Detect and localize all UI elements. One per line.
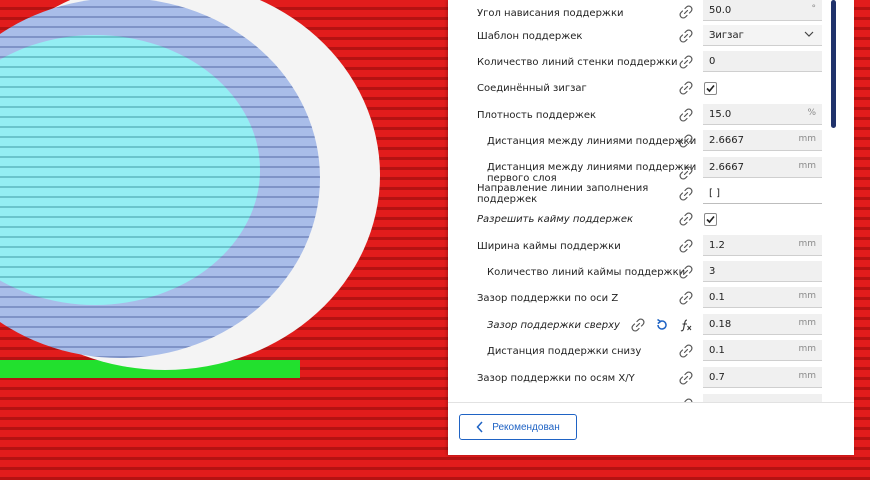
setting-support-brim-width: Ширина каймы поддержки 1.2 mm <box>448 233 828 259</box>
setting-support-bottom-distance: Дистанция поддержки снизу 0.1 mm <box>448 338 828 364</box>
support-top-distance-input[interactable]: 0.18 mm <box>703 314 822 335</box>
enable-support-brim-checkbox[interactable] <box>704 213 717 226</box>
setting-label: Соединённый зигзаг <box>477 82 587 94</box>
field-unit: mm <box>798 134 816 144</box>
support-brim-width-input[interactable]: 1.2 mm <box>703 235 822 256</box>
setting-support-pattern: Шаблон поддержек Зигзаг <box>448 23 828 49</box>
setting-connected-zigzag: Соединённый зигзаг <box>448 75 828 101</box>
link-icon[interactable] <box>630 317 646 333</box>
checkmark-icon <box>706 215 715 224</box>
field-value: 1.2 <box>709 239 725 251</box>
setting-label: Разрешить кайму поддержек <box>477 213 634 225</box>
initial-layer-line-distance-input[interactable]: 2.6667 mm <box>703 157 822 178</box>
link-icon[interactable] <box>678 290 694 306</box>
link-icon[interactable] <box>678 238 694 254</box>
support-density-input[interactable]: 15.0 % <box>703 104 822 125</box>
setting-label: Количество линий стенки поддержки <box>477 56 678 68</box>
field-value: 50.0 <box>709 4 732 16</box>
chevron-left-icon <box>476 421 483 433</box>
settings-list[interactable]: Угол нависания поддержки 50.0 ° Шаблон п… <box>448 0 828 402</box>
field-value: 0.18 <box>709 318 732 330</box>
link-icon[interactable] <box>678 211 694 227</box>
settings-scrollbar[interactable] <box>831 0 836 128</box>
setting-label: Количество линий каймы поддержки <box>487 266 686 278</box>
link-icon[interactable] <box>678 28 694 44</box>
chevron-down-icon <box>804 28 814 43</box>
support-z-distance-input[interactable]: 0.1 mm <box>703 287 822 308</box>
setting-partial-row <box>448 392 828 402</box>
link-icon[interactable] <box>678 54 694 70</box>
setting-label: Направление линии заполнения поддержек <box>477 183 649 205</box>
setting-label: Зазор поддержки по осям X/Y <box>477 372 635 384</box>
partial-row-input[interactable] <box>703 394 822 402</box>
support-brim-line-count-input[interactable]: 3 <box>703 261 822 282</box>
setting-label: Шаблон поддержек <box>477 30 583 42</box>
fx-icon[interactable] <box>678 317 694 333</box>
field-unit: mm <box>798 161 816 171</box>
infill-line-direction-input[interactable]: [ ] <box>703 183 822 204</box>
field-value: 2.6667 <box>709 161 744 173</box>
setting-label: Дистанция поддержки снизу <box>487 345 642 357</box>
setting-support-xy-distance: Зазор поддержки по осям X/Y 0.7 mm <box>448 365 828 391</box>
setting-label: Зазор поддержки по оси Z <box>477 292 619 304</box>
field-value: 3 <box>709 265 716 277</box>
link-icon[interactable] <box>678 165 694 181</box>
field-unit: mm <box>798 291 816 301</box>
reset-icon[interactable] <box>654 317 670 333</box>
field-unit: mm <box>798 239 816 249</box>
setting-label: Ширина каймы поддержки <box>477 240 621 252</box>
link-icon[interactable] <box>678 133 694 149</box>
support-line-distance-input[interactable]: 2.6667 mm <box>703 130 822 151</box>
connected-zigzag-checkbox[interactable] <box>704 82 717 95</box>
support-settings-panel: Угол нависания поддержки 50.0 ° Шаблон п… <box>448 0 854 455</box>
link-icon[interactable] <box>678 80 694 96</box>
support-wall-count-input[interactable]: 0 <box>703 51 822 72</box>
field-value: 0 <box>709 55 716 67</box>
panel-footer: Рекомендован <box>448 402 854 455</box>
link-icon[interactable] <box>678 264 694 280</box>
link-icon[interactable] <box>678 107 694 123</box>
link-icon[interactable] <box>678 186 694 202</box>
setting-support-brim-line-count: Количество линий каймы поддержки 3 <box>448 259 828 285</box>
setting-support-density: Плотность поддержек 15.0 % <box>448 102 828 128</box>
link-icon[interactable] <box>678 343 694 359</box>
field-unit: mm <box>798 318 816 328</box>
link-icon[interactable] <box>678 370 694 386</box>
field-value: 0.1 <box>709 291 725 303</box>
field-unit: mm <box>798 344 816 354</box>
field-value: 2.6667 <box>709 134 744 146</box>
setting-enable-support-brim: Разрешить кайму поддержек <box>448 206 828 232</box>
support-xy-distance-input[interactable]: 0.7 mm <box>703 367 822 388</box>
setting-support-top-distance: Зазор поддержки сверху 0.18 mm <box>448 312 828 338</box>
support-pattern-select[interactable]: Зигзаг <box>703 25 822 46</box>
setting-support-wall-count: Количество линий стенки поддержки 0 <box>448 49 828 75</box>
recommended-button[interactable]: Рекомендован <box>459 414 577 440</box>
setting-support-line-distance: Дистанция между линиями поддержки 2.6667… <box>448 128 828 154</box>
setting-support-z-distance: Зазор поддержки по оси Z 0.1 mm <box>448 285 828 311</box>
checkmark-icon <box>706 84 715 93</box>
field-unit: mm <box>798 371 816 381</box>
field-value: 15.0 <box>709 108 732 120</box>
link-icon[interactable] <box>678 4 694 20</box>
field-unit: ° <box>811 4 817 14</box>
field-value: Зигзаг <box>709 29 744 41</box>
support-bottom-distance-input[interactable]: 0.1 mm <box>703 340 822 361</box>
overhang-angle-input[interactable]: 50.0 ° <box>703 0 822 21</box>
recommended-label: Рекомендован <box>492 421 560 433</box>
setting-label: Плотность поддержек <box>477 109 597 121</box>
field-value: [ ] <box>709 187 720 199</box>
field-value: 0.1 <box>709 344 725 356</box>
setting-label: Дистанция между линиями поддержки <box>487 135 697 147</box>
field-value: 0.7 <box>709 371 725 383</box>
field-unit: % <box>807 108 816 118</box>
setting-infill-line-direction: Направление линии заполнения поддержек [… <box>448 181 828 207</box>
